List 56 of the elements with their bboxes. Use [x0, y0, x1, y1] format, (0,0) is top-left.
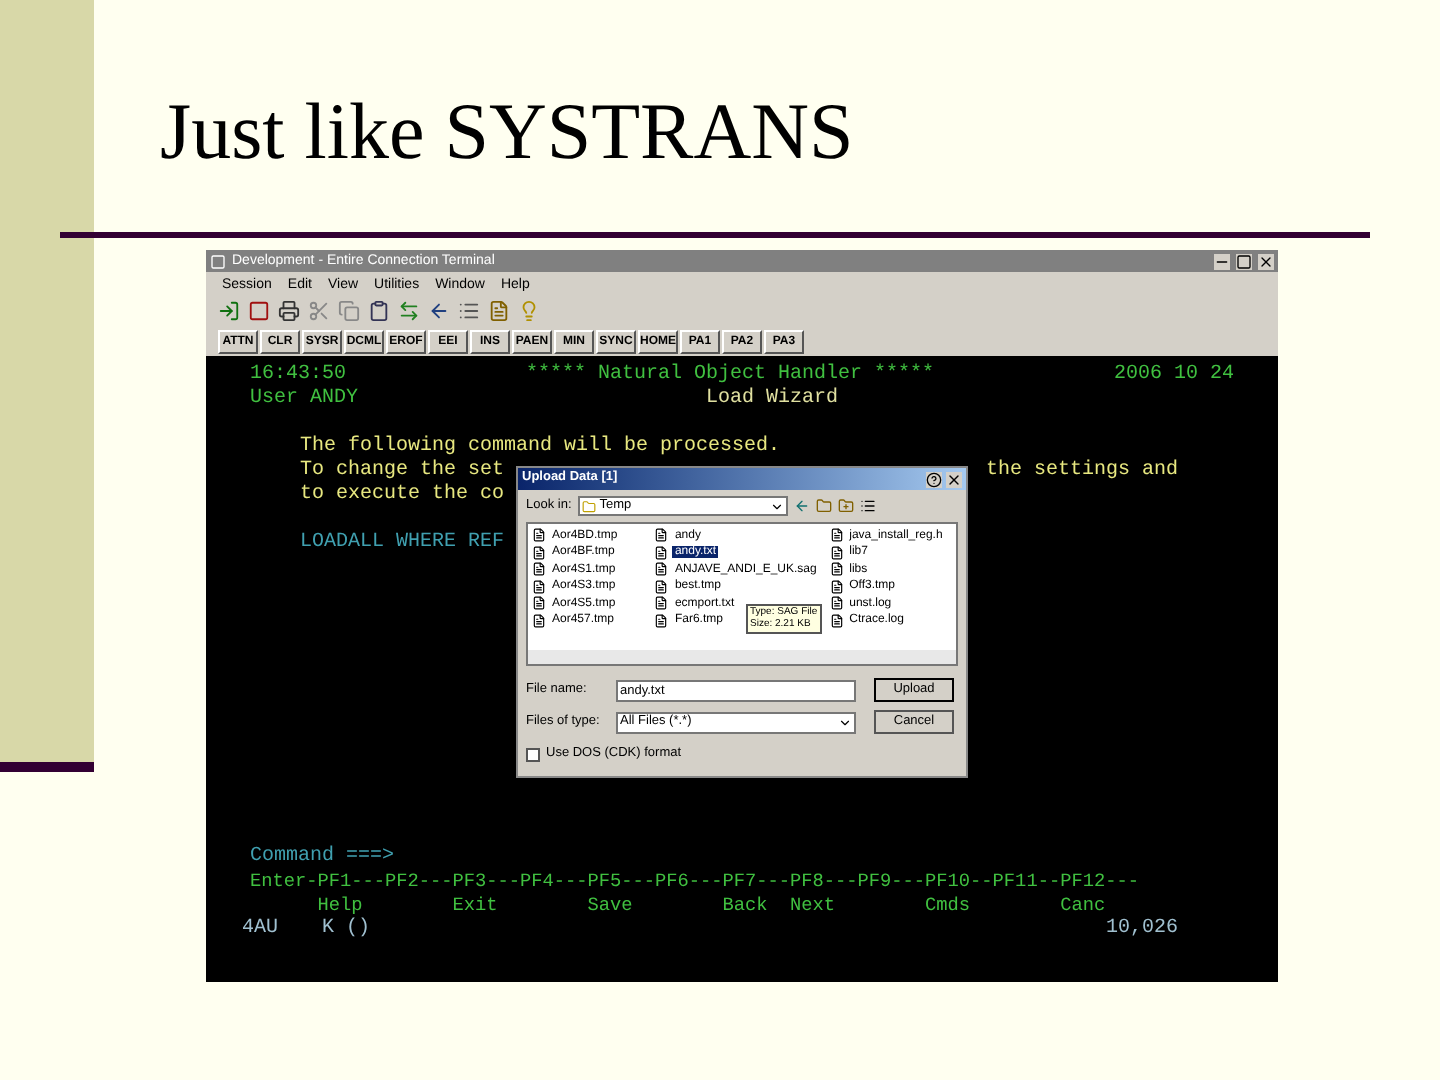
printer-icon[interactable]	[278, 300, 300, 322]
message-text: To change the set	[300, 460, 505, 483]
file-icon	[532, 562, 546, 576]
message-text: the settings and	[985, 460, 1178, 484]
date: 2006 10 24	[1113, 364, 1234, 388]
file-icon	[532, 528, 546, 542]
status-text: 4AU	[242, 918, 281, 942]
checkbox[interactable]	[526, 748, 540, 762]
file-icon	[654, 596, 669, 610]
screen-heading: ***** Natural Object Handler *****	[525, 364, 935, 387]
pf-keys: Enter-PF1---PF2---PF3---PF4---PF5---PF6---PF7---PF8---PF9---PF10--PF11--PF12---	[250, 870, 1139, 892]
file-icon	[829, 528, 844, 542]
maximize-icon[interactable]	[1236, 253, 1252, 269]
app-icon	[210, 253, 226, 269]
clipboard-icon[interactable]	[368, 300, 390, 322]
status-text: 10,026	[1105, 918, 1178, 942]
slide-title: Just like SYSTRANS	[160, 84, 854, 180]
close-icon[interactable]	[946, 471, 962, 487]
file-icon	[654, 528, 669, 542]
file-icon	[654, 613, 669, 627]
document-icon[interactable]	[488, 300, 510, 322]
file-icon	[654, 562, 669, 576]
command-prompt: Command ===>	[250, 846, 395, 868]
help-icon[interactable]	[926, 471, 942, 487]
close-icon[interactable]	[1258, 253, 1274, 269]
minimize-icon[interactable]	[1214, 253, 1230, 269]
screen-subheading: Load Wizard	[706, 388, 839, 412]
message-text: The following command will be processed.	[300, 436, 781, 459]
list-icon[interactable]	[458, 300, 480, 322]
file-icon	[532, 596, 546, 610]
file-icon	[654, 545, 669, 559]
message-text: to execute the co	[300, 484, 505, 508]
view-menu-icon[interactable]	[859, 498, 876, 514]
folder-icon	[581, 499, 596, 513]
caret-icon	[838, 715, 852, 729]
file-icon	[829, 562, 844, 576]
file-icon	[532, 579, 546, 593]
time: 16:43:50	[250, 364, 347, 388]
file-icon	[829, 545, 844, 559]
folder-icon[interactable]	[815, 498, 832, 514]
user-label: User ANDY	[250, 388, 361, 412]
file-icon	[829, 613, 844, 627]
new-folder-icon[interactable]	[837, 498, 854, 514]
caret-icon	[769, 499, 784, 513]
transfer-icon[interactable]	[398, 300, 420, 322]
back-icon[interactable]	[793, 498, 810, 514]
file-icon	[532, 613, 546, 627]
file-icon	[829, 579, 844, 593]
command-text: LOADALL WHERE REF	[300, 532, 505, 554]
file-icon	[829, 596, 844, 610]
pf-labels: Help Exit Save Back Next Cmds Canc	[315, 894, 1106, 916]
connect-icon[interactable]	[218, 300, 240, 322]
file-icon	[654, 579, 669, 593]
file-icon	[532, 545, 546, 559]
status-text: K ()	[322, 918, 373, 942]
arrow-icon[interactable]	[428, 300, 450, 322]
